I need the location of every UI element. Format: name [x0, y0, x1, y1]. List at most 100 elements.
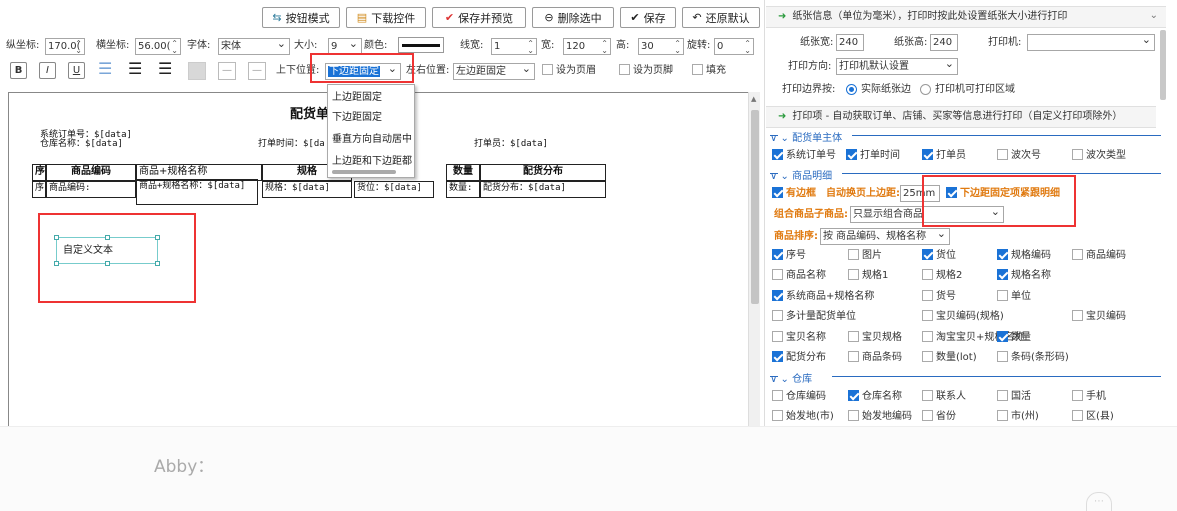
align-center-icon[interactable]: ☰	[128, 61, 148, 79]
warehouse-field-checkbox[interactable]: 市(州)	[997, 410, 1039, 424]
spinner-icon[interactable]: ⌃ ⌄	[601, 40, 608, 55]
direction-select[interactable]: 打印机默认设置	[836, 58, 958, 75]
dropdown-item-bottom-fixed[interactable]: 下边距固定	[328, 108, 416, 127]
table-cell[interactable]: 配货分布：$[data]	[480, 181, 606, 198]
paper-section-header[interactable]: ➜ 纸张信息（单位为毫米），打印时按此处设置纸张大小进行打印 ⌄	[766, 6, 1166, 28]
dropdown-item-top-fixed[interactable]: 上边距固定	[328, 88, 416, 107]
goods-field-checkbox[interactable]: 宝贝规格	[848, 330, 902, 345]
goods-field-checkbox[interactable]: 规格名称	[997, 269, 1051, 283]
goods-field-checkbox[interactable]: 规格2	[922, 269, 962, 283]
fill-color-swatch[interactable]	[188, 62, 206, 80]
canvas-store-name[interactable]: 仓库名称：$[data]	[40, 139, 123, 149]
canvas-scrollbar[interactable]: ▲	[748, 92, 760, 426]
sort-select[interactable]: 按 商品编码、规格名称	[820, 228, 950, 245]
canvas-printer[interactable]: 打单员：$[data]	[474, 139, 548, 149]
table-cell[interactable]: 序	[32, 181, 46, 198]
table-header[interactable]: 数量	[446, 164, 480, 181]
table-header[interactable]: 配货分布	[480, 164, 606, 181]
table-cell[interactable]: 货位：$[data]	[354, 181, 434, 198]
dropdown-item-vcenter[interactable]: 垂直方向自动居中	[328, 130, 416, 149]
table-cell[interactable]: 数量:	[446, 181, 480, 198]
bold-button[interactable]: B	[10, 62, 27, 79]
x-coord-input[interactable]: 56.00(⌃ ⌄	[135, 38, 181, 55]
checkbox-has-border[interactable]: 有边框	[772, 187, 816, 201]
checkbox-printer[interactable]: 打单员	[922, 149, 966, 163]
goods-field-checkbox[interactable]: 系统商品+规格名称	[772, 289, 874, 304]
spinner-icon[interactable]: ⌃ ⌄	[171, 40, 178, 55]
goods-field-checkbox[interactable]: 宝贝编码	[1072, 310, 1126, 324]
italic-button[interactable]: I	[39, 62, 56, 79]
warehouse-field-checkbox[interactable]: 始发地(市)	[772, 410, 834, 424]
linewidth-input[interactable]: 1 ⌃ ⌄	[491, 38, 537, 55]
hpos-select[interactable]: 左边距固定	[453, 63, 535, 80]
height-input[interactable]: 30 ⌃ ⌄	[638, 38, 684, 55]
goods-field-checkbox[interactable]: 货号	[922, 289, 956, 304]
paper-width-input[interactable]: 240	[836, 34, 864, 51]
checkbox-wave-no[interactable]: 波次号	[997, 149, 1041, 163]
goods-field-checkbox[interactable]: 图片	[848, 249, 882, 263]
spinner-icon[interactable]: ⌃ ⌄	[527, 40, 534, 55]
warehouse-field-checkbox[interactable]: 手机	[1072, 390, 1106, 404]
spinner-icon[interactable]: ⌃ ⌄	[674, 40, 681, 55]
scroll-up-icon[interactable]: ▲	[751, 95, 756, 103]
width-input[interactable]: 120 ⌃ ⌄	[563, 38, 611, 55]
table-header[interactable]: 商品编码	[46, 164, 136, 181]
checkbox-print-time[interactable]: 打单时间	[846, 149, 900, 163]
goods-field-checkbox[interactable]: 宝贝名称	[772, 330, 826, 345]
goods-field-checkbox[interactable]: 规格1	[848, 269, 888, 283]
checkbox-wave-type[interactable]: 波次类型	[1072, 149, 1126, 163]
spinner-icon[interactable]: ⌃ ⌄	[744, 40, 751, 55]
font-select[interactable]: 宋体	[218, 38, 290, 55]
warehouse-field-checkbox[interactable]: 仓库编码	[772, 390, 826, 404]
table-cell[interactable]: 规格：$[data]	[262, 181, 352, 198]
restore-default-button[interactable]: ↶ 还原默认	[682, 7, 760, 28]
warehouse-field-checkbox[interactable]: 联系人	[922, 390, 966, 404]
save-button[interactable]: ✔ 保存	[620, 7, 676, 28]
goods-field-checkbox[interactable]: 商品条码	[848, 351, 902, 365]
delete-selected-button[interactable]: ⊖ 删除选中	[532, 7, 614, 28]
save-preview-button[interactable]: ✔ 保存并预览	[432, 7, 526, 28]
rotate-input[interactable]: 0 ⌃ ⌄	[714, 38, 754, 55]
warehouse-field-checkbox[interactable]: 区(县)	[1072, 410, 1114, 424]
group-order-main[interactable]: ∨ ⌄ 配货单主体	[770, 129, 1169, 144]
border-radio-printable[interactable]: 打印机可打印区域	[920, 83, 1015, 97]
goods-field-checkbox[interactable]: 规格编码	[997, 249, 1051, 263]
scroll-thumb[interactable]	[751, 110, 759, 304]
spinner-icon[interactable]: ⌃ ⌄	[75, 40, 82, 55]
underline-button[interactable]: U	[68, 62, 85, 79]
warehouse-field-checkbox[interactable]: 国活	[997, 390, 1031, 404]
goods-field-checkbox[interactable]: 多计量配货单位	[772, 310, 856, 324]
goods-field-checkbox[interactable]: 商品名称	[772, 269, 826, 283]
goods-field-checkbox[interactable]: 配货分布	[772, 351, 826, 365]
set-header-checkbox[interactable]: 设为页眉	[542, 64, 596, 78]
goods-field-checkbox[interactable]: 数量	[997, 330, 1031, 345]
table-cell[interactable]: 商品编码:	[46, 181, 136, 198]
border-radio-paper[interactable]: 实际纸张边	[846, 83, 911, 97]
canvas-print-time[interactable]: 打单时间：$[da	[258, 139, 325, 149]
table-header[interactable]: 序	[32, 164, 46, 181]
goods-field-checkbox[interactable]: 序号	[772, 249, 806, 263]
checkbox-order-no[interactable]: 系统订单号	[772, 149, 836, 163]
paper-height-input[interactable]: 240	[930, 34, 958, 51]
align-right-icon[interactable]: ☰	[158, 61, 178, 79]
warehouse-field-checkbox[interactable]: 始发地编码	[848, 410, 912, 424]
fill-checkbox[interactable]: 填充	[692, 64, 726, 78]
line-style-icon[interactable]: —	[218, 62, 236, 80]
dropdown-item-both-fixed[interactable]: 上边距和下边距都	[328, 152, 414, 171]
color-picker[interactable]	[398, 37, 444, 53]
goods-field-checkbox[interactable]: 单位	[997, 289, 1031, 304]
canvas-title[interactable]: 配货单	[290, 103, 329, 122]
goods-field-checkbox[interactable]: 商品编码	[1072, 249, 1126, 263]
goods-field-checkbox[interactable]: 数量(lot)	[922, 351, 977, 365]
goods-field-checkbox[interactable]: 宝贝编码(规格)	[922, 310, 1004, 324]
table-cell[interactable]: 商品+规格名称：$[data]	[136, 179, 258, 205]
button-mode-button[interactable]: ⇆ 按钮模式	[262, 7, 340, 28]
items-section-header[interactable]: ➜ 打印项 - 自动获取订单、店铺、买家等信息进行打印（自定义打印项除外）	[766, 106, 1156, 128]
panel-scrollbar[interactable]	[1160, 30, 1166, 100]
group-warehouse[interactable]: ∨ ⌄ 仓库	[770, 370, 1169, 385]
set-footer-checkbox[interactable]: 设为页脚	[619, 64, 673, 78]
printer-select[interactable]	[1027, 34, 1155, 51]
line-dash-icon[interactable]: —	[248, 62, 266, 80]
y-coord-input[interactable]: 170.0(⌃ ⌄	[45, 38, 85, 55]
warehouse-field-checkbox[interactable]: 仓库名称	[848, 390, 902, 404]
